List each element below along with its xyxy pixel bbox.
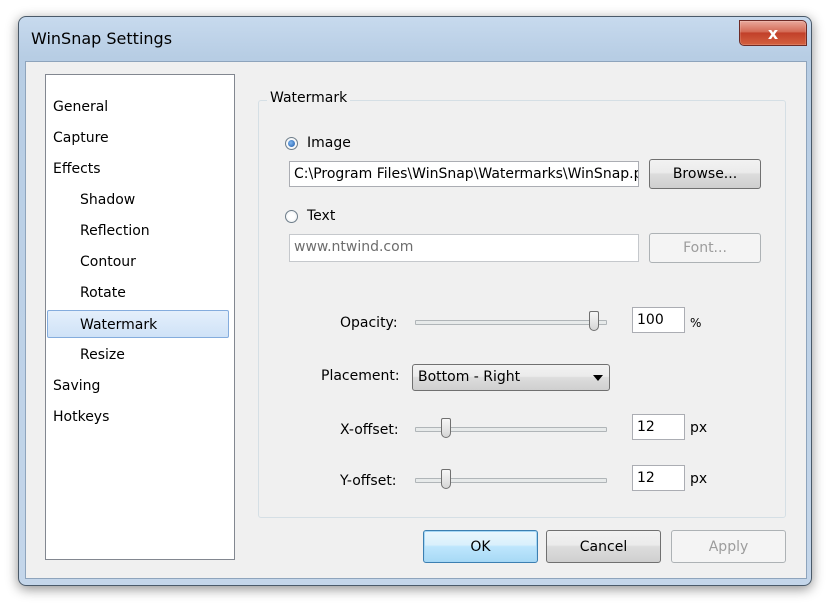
close-icon: x	[767, 23, 779, 43]
font-button[interactable]: Font...	[649, 233, 761, 263]
opacity-unit: %	[690, 316, 702, 330]
y-offset-value-input[interactable]: 12	[632, 465, 685, 491]
tree-item-resize[interactable]: Resize	[80, 341, 125, 369]
x-offset-slider-thumb[interactable]	[441, 418, 452, 438]
tree-item-shadow[interactable]: Shadow	[80, 186, 135, 214]
y-offset-slider-thumb[interactable]	[441, 469, 452, 489]
tree-item-contour[interactable]: Contour	[80, 248, 136, 276]
placement-value: Bottom - Right	[418, 369, 521, 385]
chevron-down-icon	[593, 375, 603, 381]
tree-item-effects[interactable]: Effects	[53, 155, 101, 183]
watermark-group-title: Watermark	[267, 90, 351, 106]
settings-window: WinSnap Settings x General Capture Effec…	[18, 16, 812, 586]
tree-item-reflection[interactable]: Reflection	[80, 217, 150, 245]
tree-item-watermark[interactable]: Watermark	[47, 310, 229, 338]
opacity-value-input[interactable]: 100	[632, 307, 685, 333]
opacity-slider-thumb[interactable]	[589, 311, 599, 331]
image-radio-label[interactable]: Image	[307, 135, 351, 151]
browse-button[interactable]: Browse...	[649, 159, 761, 189]
opacity-slider-track[interactable]	[415, 320, 607, 325]
placement-dropdown[interactable]: Bottom - Right	[412, 364, 610, 391]
opacity-label: Opacity:	[340, 315, 398, 331]
window-title: WinSnap Settings	[31, 29, 173, 48]
text-radio-label[interactable]: Text	[307, 208, 335, 224]
x-offset-unit: px	[690, 420, 708, 436]
close-button[interactable]: x	[739, 20, 807, 46]
text-radio[interactable]	[285, 210, 298, 223]
image-radio[interactable]	[285, 137, 298, 150]
tree-item-saving[interactable]: Saving	[53, 372, 100, 400]
y-offset-label: Y-offset:	[340, 473, 397, 489]
dialog-client: General Capture Effects Shadow Reflectio…	[25, 61, 807, 579]
placement-label: Placement:	[321, 368, 400, 384]
y-offset-unit: px	[690, 471, 708, 487]
tree-item-capture[interactable]: Capture	[53, 124, 109, 152]
ok-button[interactable]: OK	[423, 530, 538, 563]
tree-item-hotkeys[interactable]: Hotkeys	[53, 403, 109, 431]
x-offset-label: X-offset:	[340, 422, 399, 438]
x-offset-value-input[interactable]: 12	[632, 414, 685, 440]
tree-item-rotate[interactable]: Rotate	[80, 279, 126, 307]
image-path-input[interactable]: C:\Program Files\WinSnap\Watermarks\WinS…	[289, 161, 639, 187]
watermark-text-input[interactable]: www.ntwind.com	[289, 234, 639, 262]
apply-button[interactable]: Apply	[671, 530, 786, 563]
tree-item-general[interactable]: General	[53, 93, 108, 121]
settings-tree[interactable]: General Capture Effects Shadow Reflectio…	[45, 74, 235, 560]
cancel-button[interactable]: Cancel	[546, 530, 661, 563]
